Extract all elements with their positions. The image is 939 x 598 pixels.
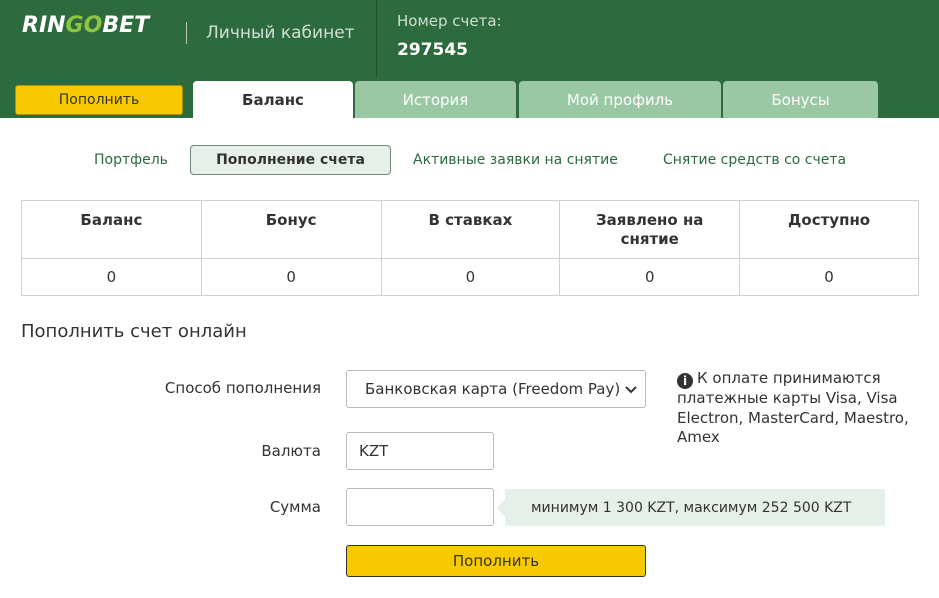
method-label: Способ пополнения [164,379,321,397]
info-icon: i [677,373,693,389]
column-header: В ставках [380,200,561,259]
table-cell: 0 [200,258,382,296]
currency-field[interactable]: KZT [346,432,494,470]
table-cell: 0 [559,258,741,296]
subnav-active-withdrawals[interactable]: Активные заявки на снятие [413,145,618,175]
account-label: Номер счета: [397,12,502,30]
table-header-row: Баланс Бонус В ставках Заявлено на сняти… [21,200,919,259]
table-cell: 0 [380,258,561,296]
cabinet-label: Личный кабинет [206,23,355,43]
tab-balance[interactable]: Баланс [193,81,353,118]
currency-label: Валюта [261,442,321,460]
subnav-portfolio[interactable]: Портфель [94,145,168,175]
tab-history[interactable]: История [355,81,516,118]
header: RINGOBET Личный кабинет Номер счета: 297… [0,0,939,78]
column-header: Бонус [200,200,382,259]
chevron-down-icon [625,386,637,394]
section-title: Пополнить счет онлайн [21,321,247,342]
table-cell: 0 [21,258,202,296]
balance-table: Баланс Бонус В ставках Заявлено на сняти… [21,200,919,296]
amount-input[interactable] [346,488,494,526]
amount-label: Сумма [269,498,321,516]
subnav-withdraw[interactable]: Снятие средств со счета [663,145,846,175]
tab-profile[interactable]: Мой профиль [519,81,721,118]
submit-topup-button[interactable]: Пополнить [346,545,646,577]
method-select[interactable]: Банковская карта (Freedom Pay) [346,370,646,408]
amount-limits: минимум 1 300 KZT, максимум 252 500 KZT [497,489,885,526]
tab-bonuses[interactable]: Бонусы [723,81,878,118]
logo-divider [186,22,187,44]
table-cell: 0 [739,258,919,296]
tab-bar: Пополнить Баланс История Мой профиль Бон… [0,78,939,118]
payment-info: iК оплате принимаются платежные карты Vi… [677,369,917,448]
logo[interactable]: RINGOBET [22,13,149,38]
table-row: 0 0 0 0 0 [21,258,919,296]
account-divider [376,0,377,78]
column-header: Баланс [21,200,202,259]
column-header: Доступно [739,200,919,259]
payment-info-text: К оплате принимаются платежные карты Vis… [677,369,909,446]
account-number: 297545 [397,40,468,60]
column-header: Заявлено на снятие [559,200,741,259]
subnav-deposit[interactable]: Пополнение счета [190,145,391,175]
sub-navigation: Портфель Пополнение счета Активные заявк… [0,145,939,175]
method-select-value: Банковская карта (Freedom Pay) [365,380,621,398]
topup-header-button[interactable]: Пополнить [15,85,183,115]
